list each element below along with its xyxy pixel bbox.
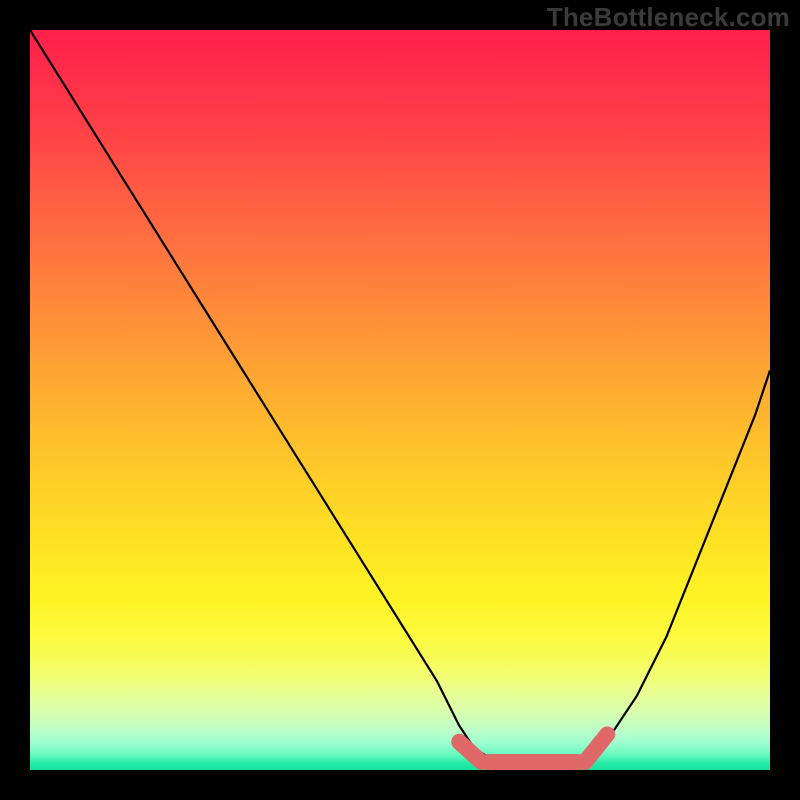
plot-area [30,30,770,770]
chart-svg [30,30,770,770]
watermark-text: TheBottleneck.com [547,2,790,33]
chart-frame: TheBottleneck.com [0,0,800,800]
bottleneck-curve-line [30,30,770,770]
valley-marker-left [459,742,481,762]
valley-marker-right [585,734,607,762]
